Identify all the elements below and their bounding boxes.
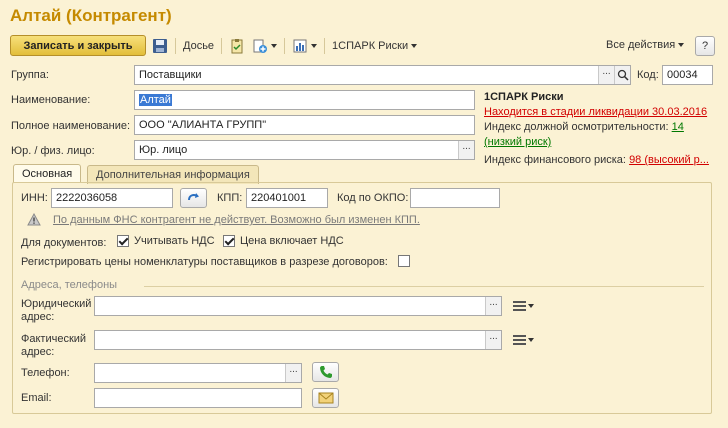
select-button[interactable]: ...: [285, 364, 301, 382]
window-title: Алтай (Контрагент): [10, 6, 172, 25]
code-label: Код:: [637, 69, 659, 81]
menu-icon: [513, 301, 526, 311]
select-button[interactable]: ...: [485, 297, 501, 315]
actual-address-label: Фактический адрес:: [21, 333, 87, 358]
menu-icon: [513, 335, 526, 345]
inn-field[interactable]: 2222036058: [51, 188, 173, 208]
group-label: Группа:: [11, 69, 49, 81]
legal-type-label: Юр. / физ. лицо:: [11, 145, 95, 157]
dossier-button[interactable]: Досье: [183, 40, 214, 52]
kpp-label: КПП:: [217, 192, 243, 204]
due-diligence-label: Индекс должной осмотрительности:: [484, 121, 669, 133]
toolbar-separator: [324, 38, 326, 54]
spark-panel: 1СПАРК Риски Находится в стадии ликвидац…: [484, 90, 716, 168]
phone-field[interactable]: ...: [94, 363, 302, 383]
chevron-down-icon: [411, 44, 418, 48]
section-divider: [144, 286, 704, 287]
legal-type-field[interactable]: Юр. лицо ...: [134, 140, 475, 160]
legal-address-field[interactable]: ...: [94, 296, 502, 316]
select-button[interactable]: ...: [598, 66, 614, 84]
floppy-icon[interactable]: [152, 38, 168, 54]
search-icon[interactable]: [614, 66, 630, 84]
addresses-section-title: Адреса, телефоны: [21, 279, 118, 291]
spark-title: 1СПАРК Риски: [484, 91, 564, 103]
chevron-down-icon: [528, 338, 534, 342]
name-value: Алтай: [139, 94, 172, 106]
chevron-down-icon: [311, 44, 318, 48]
due-diligence-note[interactable]: (низкий риск): [484, 135, 716, 150]
create-based-on-button[interactable]: [252, 38, 278, 54]
clipboard-check-icon[interactable]: [229, 38, 245, 54]
spark-menu-label: 1СПАРК Риски: [332, 40, 409, 52]
toolbar-separator: [221, 38, 223, 54]
dossier-label: Досье: [183, 40, 215, 52]
okpo-field[interactable]: [410, 188, 500, 208]
spark-risks-menu[interactable]: 1СПАРК Риски: [332, 40, 418, 52]
chevron-down-icon: [678, 43, 685, 47]
register-prices-checkbox[interactable]: [398, 255, 410, 267]
call-button[interactable]: [312, 362, 339, 382]
phone-label: Телефон:: [21, 367, 70, 379]
chevron-down-icon: [528, 304, 534, 308]
document-plus-icon: [252, 38, 268, 54]
for-documents-label: Для документов:: [21, 237, 107, 249]
register-prices-label: Регистрировать цены номенклатуры поставщ…: [21, 256, 388, 268]
name-label: Наименование:: [11, 94, 91, 106]
price-includes-vat-checkbox[interactable]: [223, 235, 235, 247]
all-actions-label: Все действия: [606, 39, 676, 51]
vat-label: Учитывать НДС: [134, 235, 215, 247]
fns-warning-link[interactable]: По данным ФНС контрагент не действует. В…: [53, 214, 420, 226]
financial-risk-label: Индекс финансового риска:: [484, 154, 626, 166]
toolbar-separator: [284, 38, 286, 54]
all-actions-menu[interactable]: Все действия: [606, 39, 685, 51]
financial-risk-row: Индекс финансового риска: 98 (высокий р.…: [484, 153, 716, 168]
select-button[interactable]: ...: [485, 331, 501, 349]
envelope-icon: [318, 392, 333, 404]
legal-address-menu[interactable]: [513, 301, 534, 311]
chevron-down-icon: [271, 44, 278, 48]
warning-icon: [27, 212, 41, 229]
email-field[interactable]: [94, 388, 302, 408]
fullname-field[interactable]: ООО "АЛИАНТА ГРУПП": [134, 115, 475, 135]
actual-address-menu[interactable]: [513, 335, 534, 345]
refresh-arrow-icon: [187, 193, 199, 201]
vat-checkbox-row[interactable]: Учитывать НДС: [117, 235, 215, 247]
bar-chart-icon: [292, 38, 308, 54]
refresh-button[interactable]: [180, 188, 207, 208]
due-diligence-row: Индекс должной осмотрительности: 14: [484, 120, 716, 135]
legal-type-value: Юр. лицо: [139, 144, 188, 156]
group-field[interactable]: Поставщики ...: [134, 65, 631, 85]
financial-risk-value[interactable]: 98 (высокий р...: [629, 154, 709, 166]
toolbar-separator: [175, 38, 176, 54]
phone-icon: [319, 366, 332, 378]
help-button[interactable]: ?: [695, 36, 715, 56]
price-includes-vat-label: Цена включает НДС: [240, 235, 344, 247]
due-diligence-value[interactable]: 14: [672, 121, 684, 133]
legal-address-label: Юридический адрес:: [21, 298, 92, 323]
group-value: Поставщики: [139, 69, 202, 81]
select-button[interactable]: ...: [458, 141, 474, 159]
actual-address-field[interactable]: ...: [94, 330, 502, 350]
tab-main[interactable]: Основная: [13, 164, 82, 183]
liquidation-link[interactable]: Находится в стадии ликвидации 30.03.2016: [484, 105, 716, 120]
save-and-close-button[interactable]: Записать и закрыть: [10, 35, 146, 56]
reports-button[interactable]: [292, 38, 318, 54]
code-field[interactable]: 00034: [662, 65, 713, 85]
name-field[interactable]: Алтай: [134, 90, 475, 110]
kpp-field[interactable]: 220401001: [246, 188, 328, 208]
price-vat-checkbox-row[interactable]: Цена включает НДС: [223, 235, 344, 247]
okpo-label: Код по ОКПО:: [337, 192, 409, 204]
fullname-label: Полное наименование:: [11, 120, 131, 132]
inn-label: ИНН:: [21, 192, 48, 204]
send-email-button[interactable]: [312, 388, 339, 408]
vat-checkbox[interactable]: [117, 235, 129, 247]
email-label: Email:: [21, 392, 52, 404]
